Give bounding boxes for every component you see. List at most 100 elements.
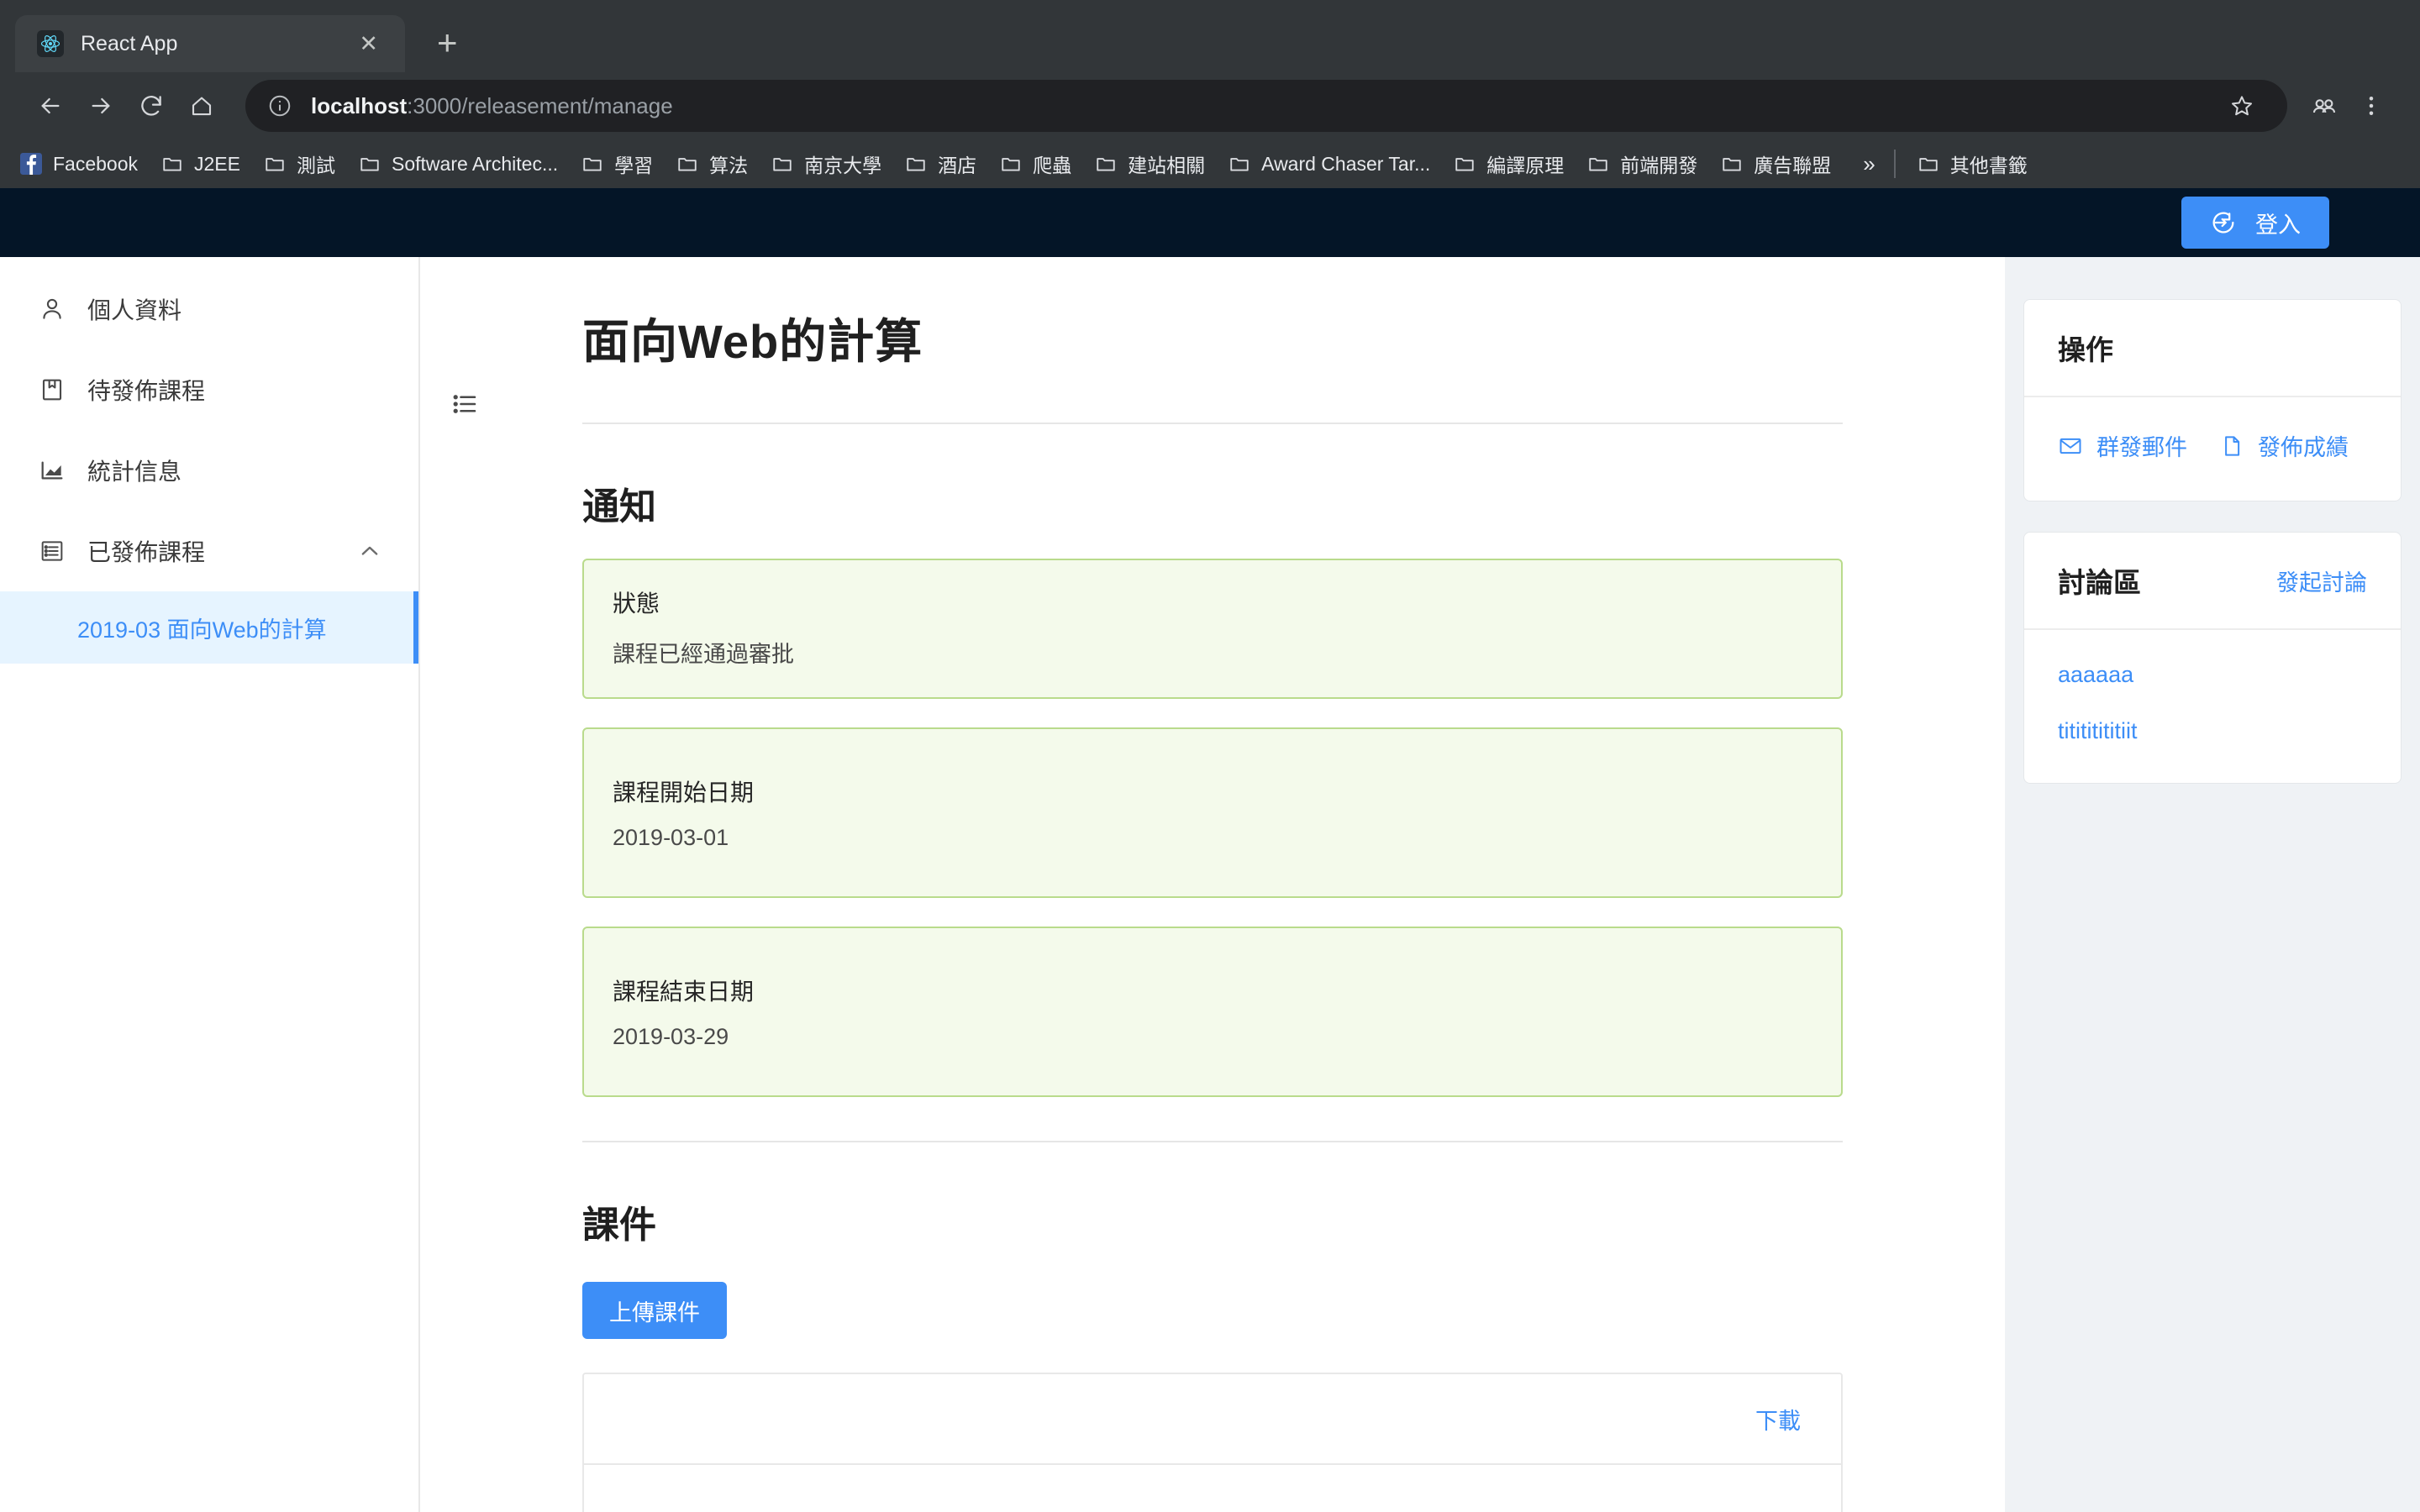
bookmark-item[interactable]: 酒店 xyxy=(905,150,976,178)
main-content: 面向Web的計算 通知 狀態 課程已經通過審批 課程開始日期 2019-03-0… xyxy=(420,257,2005,1512)
sidebar-item-course-2019-03[interactable]: 2019-03 面向Web的計算 xyxy=(0,591,418,664)
browser-chrome: React App ✕ + localhost:3000/releasement… xyxy=(0,0,2420,188)
folder-icon xyxy=(1918,153,1939,175)
download-link[interactable]: 下載 xyxy=(1755,1403,1801,1436)
bookmark-label: Award Chaser Tar... xyxy=(1261,153,1430,176)
other-bookmarks-label: 其他書籤 xyxy=(1950,150,2028,178)
folder-icon xyxy=(1721,153,1743,175)
operations-card-header: 操作 xyxy=(2024,300,2401,397)
sidebar-item-pending-courses[interactable]: 待發佈課程 xyxy=(0,349,418,430)
notice-section-heading: 通知 xyxy=(582,476,1843,530)
address-bar-url: localhost:3000/releasement/manage xyxy=(311,93,673,119)
bookmark-star-icon[interactable] xyxy=(2218,82,2265,129)
bookmark-item[interactable]: Software Architec... xyxy=(359,153,558,176)
notice-label: 狀態 xyxy=(613,585,1812,619)
app-header: 登入 xyxy=(0,188,2420,257)
bookmark-item[interactable]: 算法 xyxy=(676,150,748,178)
mass-mail-label: 群發郵件 xyxy=(2096,429,2187,462)
profile-icon[interactable] xyxy=(2301,82,2348,129)
plus-icon[interactable]: + xyxy=(437,25,458,60)
courseware-file-card-header: 下載 xyxy=(584,1374,1841,1465)
sidebar-item-label: 待發佈課程 xyxy=(87,373,381,407)
folder-icon xyxy=(1000,153,1022,175)
list-toggle-icon[interactable] xyxy=(445,385,484,423)
bookmark-label: Facebook xyxy=(53,153,138,176)
folder-icon xyxy=(264,153,286,175)
sidebar-item-label: 已發佈課程 xyxy=(87,534,358,568)
login-button[interactable]: 登入 xyxy=(2181,197,2329,249)
folder-icon xyxy=(1587,153,1609,175)
folder-icon xyxy=(771,153,793,175)
courseware-file-card: 下載 123123 s4dcbd269 xyxy=(582,1373,1843,1512)
folder-icon xyxy=(161,153,183,175)
chevron-up-icon[interactable] xyxy=(358,539,381,563)
other-bookmarks-item[interactable]: 其他書籤 xyxy=(1918,150,2028,178)
bookmarks-overflow-icon[interactable]: » xyxy=(1863,151,1875,177)
bookmark-item[interactable]: 建站相關 xyxy=(1095,150,1205,178)
browser-tab[interactable]: React App ✕ xyxy=(15,15,405,72)
bookmark-label: 南京大學 xyxy=(804,150,881,178)
bookmark-label: 編譯原理 xyxy=(1486,150,1564,178)
operations-card: 操作 群發郵件 發佈 xyxy=(2023,299,2402,501)
notice-card-start-date: 課程開始日期 2019-03-01 xyxy=(582,727,1843,898)
forward-arrow-icon[interactable] xyxy=(76,81,126,131)
bookmark-item[interactable]: 南京大學 xyxy=(771,150,881,178)
bookmark-item[interactable]: 學習 xyxy=(581,150,653,178)
bookmark-item[interactable]: J2EE xyxy=(161,153,240,176)
mass-mail-action[interactable]: 群發郵件 xyxy=(2058,429,2187,462)
bookmark-label: 學習 xyxy=(614,150,653,178)
publish-grades-action[interactable]: 發佈成績 xyxy=(2219,429,2349,462)
sidebar-item-statistics[interactable]: 統計信息 xyxy=(0,430,418,511)
bar-chart-icon xyxy=(39,457,72,484)
section-divider xyxy=(582,1141,1843,1142)
right-sidebar: 操作 群發郵件 發佈 xyxy=(2005,257,2420,1512)
folder-icon xyxy=(581,153,603,175)
login-arrow-icon xyxy=(2210,209,2237,236)
reload-icon[interactable] xyxy=(126,81,176,131)
folder-icon xyxy=(359,153,381,175)
app-body: 個人資料 待發佈課程 統計信息 已發佈課程 xyxy=(0,257,2420,1512)
browser-toolbar: localhost:3000/releasement/manage xyxy=(0,72,2420,139)
discussion-list-item[interactable]: titititititiit xyxy=(2058,718,2367,744)
discussion-list-item[interactable]: aaaaaa xyxy=(2058,662,2367,688)
folder-icon xyxy=(905,153,927,175)
home-icon[interactable] xyxy=(176,81,227,131)
notice-card-status: 狀態 課程已經通過審批 xyxy=(582,559,1843,699)
omnibox-actions xyxy=(2198,82,2265,129)
sidebar-item-label: 統計信息 xyxy=(87,454,381,487)
address-bar[interactable]: localhost:3000/releasement/manage xyxy=(245,80,2287,132)
tab-title: React App xyxy=(81,32,350,56)
course-detail: 面向Web的計算 通知 狀態 課程已經通過審批 課程開始日期 2019-03-0… xyxy=(582,257,1843,1512)
tab-strip: React App ✕ + xyxy=(0,0,2420,72)
bookmark-label: 算法 xyxy=(709,150,748,178)
start-discussion-link[interactable]: 發起討論 xyxy=(2276,564,2367,597)
upload-button-wrap: 上傳課件 xyxy=(582,1282,1843,1339)
facebook-icon xyxy=(20,153,42,175)
sidebar-item-published-courses[interactable]: 已發佈課程 xyxy=(0,511,418,591)
bookmark-label: 酒店 xyxy=(938,150,976,178)
title-divider xyxy=(582,423,1843,424)
book-icon xyxy=(39,376,72,403)
close-icon[interactable]: ✕ xyxy=(350,33,387,55)
courseware-file-tree: 123123 s4dcbd26989-02.02 DOM Parser.ppt xyxy=(584,1465,1841,1512)
discussion-card: 討論區 發起討論 aaaaaa titititititiit xyxy=(2023,532,2402,784)
upload-courseware-button[interactable]: 上傳課件 xyxy=(582,1282,727,1339)
back-arrow-icon[interactable] xyxy=(25,81,76,131)
login-button-label: 登入 xyxy=(2255,207,2301,239)
bookmark-label: J2EE xyxy=(194,153,240,176)
bookmark-item[interactable]: 廣告聯盟 xyxy=(1721,150,1831,178)
bookmark-item[interactable]: 測試 xyxy=(264,150,335,178)
bookmark-label: 前端開發 xyxy=(1620,150,1697,178)
left-sidebar: 個人資料 待發佈課程 統計信息 已發佈課程 xyxy=(0,257,420,1512)
bookmark-item[interactable]: Facebook xyxy=(20,153,138,176)
bookmark-label: 測試 xyxy=(297,150,335,178)
sidebar-item-profile[interactable]: 個人資料 xyxy=(0,269,418,349)
bookmark-item[interactable]: Award Chaser Tar... xyxy=(1228,153,1430,176)
bookmark-item[interactable]: 編譯原理 xyxy=(1454,150,1564,178)
bookmark-item[interactable]: 前端開發 xyxy=(1587,150,1697,178)
bookmark-item[interactable]: 爬蟲 xyxy=(1000,150,1071,178)
folder-icon xyxy=(1095,153,1117,175)
three-dot-menu-icon[interactable] xyxy=(2348,82,2395,129)
file-icon xyxy=(2219,433,2244,459)
info-circle-icon[interactable] xyxy=(267,93,292,118)
